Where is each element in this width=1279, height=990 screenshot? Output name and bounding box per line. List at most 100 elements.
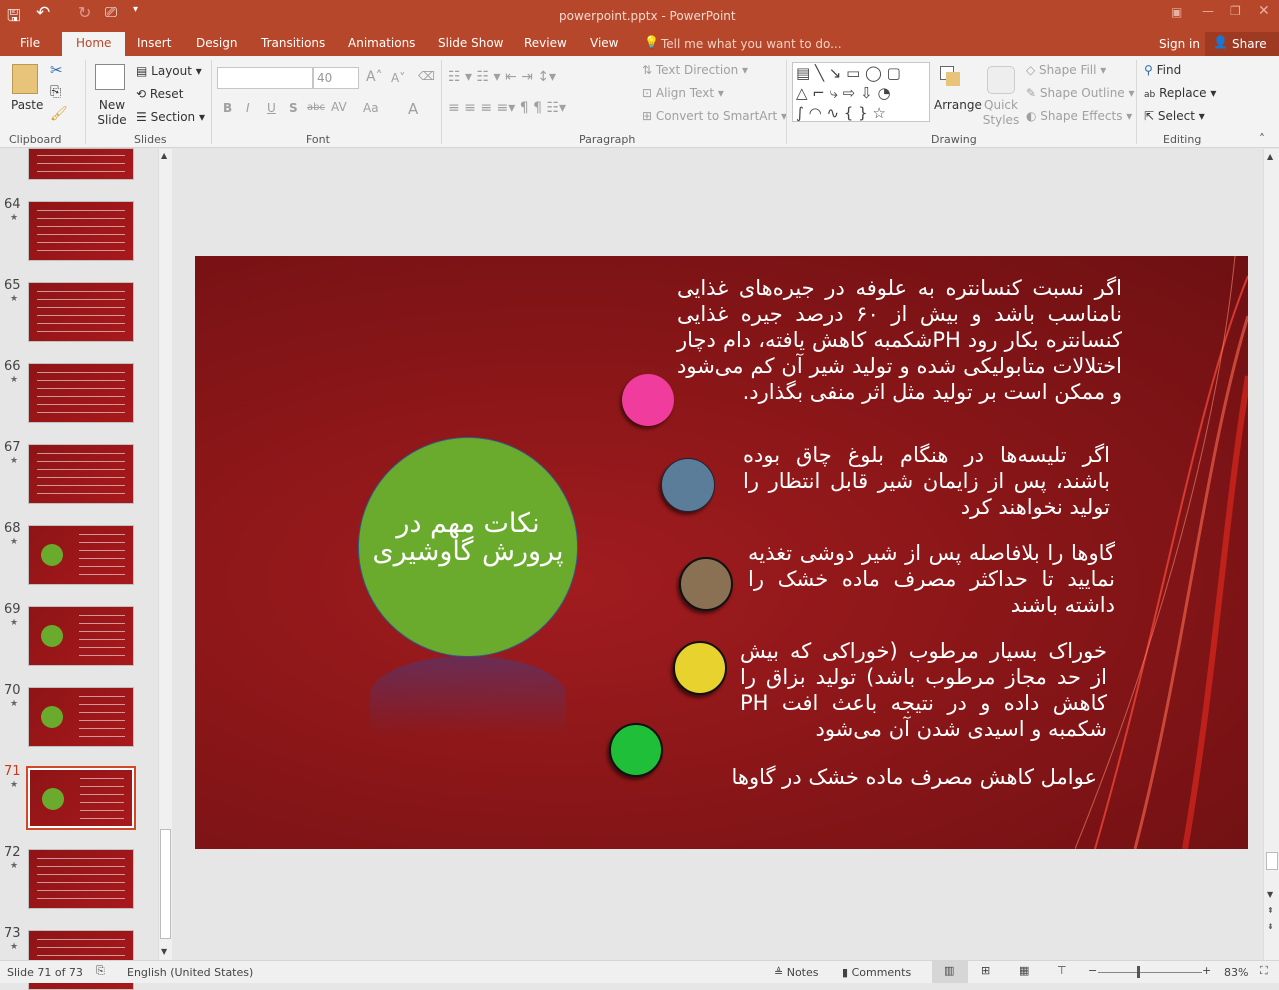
italic-button[interactable]: I: [246, 101, 250, 115]
font-name-input[interactable]: [217, 67, 313, 89]
tab-slide-show[interactable]: Slide Show: [438, 36, 503, 50]
zoom-in-icon[interactable]: +: [1202, 964, 1211, 977]
scroll-thumb[interactable]: [1266, 852, 1278, 870]
quick-styles-icon[interactable]: [987, 66, 1015, 94]
quick-styles-button[interactable]: Quick Styles: [981, 98, 1021, 128]
slide-thumbnail[interactable]: [26, 766, 136, 830]
redo-icon[interactable]: ↻: [78, 3, 91, 22]
undo-icon[interactable]: ↶: [36, 3, 50, 23]
clear-formatting-icon[interactable]: ⌫: [418, 69, 435, 83]
normal-view-button[interactable]: ▥: [932, 961, 968, 983]
slide-canvas[interactable]: نکات مهم در پرورش گاوشیری اگر نسبت کنسان…: [195, 256, 1248, 849]
collapse-ribbon-icon[interactable]: ˄: [1259, 132, 1265, 146]
notes-button[interactable]: ≜ Notes: [774, 966, 819, 979]
slideshow-icon[interactable]: ⊤: [1057, 964, 1067, 977]
strikethrough-button[interactable]: abc: [307, 102, 325, 113]
next-slide-icon[interactable]: ⇟: [1267, 922, 1274, 931]
scroll-down-icon[interactable]: ▼: [1267, 890, 1273, 899]
restore-icon[interactable]: ❐: [1230, 4, 1241, 18]
scroll-up-icon[interactable]: ▲: [1267, 152, 1273, 161]
align-text-button[interactable]: ⊡ Align Text ▾: [642, 86, 724, 100]
tab-transitions[interactable]: Transitions: [261, 36, 325, 50]
shadow-button[interactable]: S: [289, 101, 298, 115]
sign-in-link[interactable]: Sign in: [1159, 37, 1200, 51]
previous-slide-icon[interactable]: ⇞: [1267, 906, 1274, 915]
slide-thumbnail[interactable]: [28, 444, 134, 504]
main-scrollbar[interactable]: ▲ ▼ ⇞ ⇟: [1263, 149, 1279, 960]
slide-thumbnail[interactable]: [28, 363, 134, 423]
customize-toolbar-icon[interactable]: ▾: [133, 4, 138, 15]
close-icon[interactable]: ✕: [1258, 3, 1270, 19]
find-button[interactable]: ⚲ Find: [1144, 63, 1181, 77]
start-from-beginning-icon[interactable]: ⎚: [105, 3, 117, 21]
underline-button[interactable]: U: [267, 101, 276, 115]
shape-outline-button[interactable]: ✎ Shape Outline ▾: [1026, 86, 1135, 100]
section-button[interactable]: ☰ Section ▾: [136, 110, 205, 124]
zoom-slider-thumb[interactable]: [1137, 966, 1140, 978]
reading-view-icon[interactable]: ▦: [1019, 964, 1029, 977]
character-spacing-button[interactable]: AV: [331, 100, 347, 114]
tell-me-input[interactable]: Tell me what you want to do...: [661, 37, 842, 51]
slide-thumbnail[interactable]: [28, 525, 134, 585]
bullets-icon[interactable]: ☷ ▾ ☷ ▾ ⇤ ⇥ ↕▾: [448, 69, 556, 85]
tab-review[interactable]: Review: [524, 36, 567, 50]
save-icon[interactable]: 🖫: [7, 5, 21, 32]
ribbon-display-icon[interactable]: ▣: [1171, 5, 1182, 19]
spell-check-icon[interactable]: ⎘: [96, 964, 105, 978]
shape-fill-button[interactable]: ◇ Shape Fill ▾: [1026, 63, 1106, 77]
align-icons[interactable]: ≡ ≡ ≡ ≡▾ ¶ ¶ ☷▾: [448, 100, 566, 116]
slide-thumbnail-63[interactable]: [28, 148, 134, 180]
slide-sorter-icon[interactable]: ⊞: [981, 964, 990, 977]
decrease-font-icon[interactable]: A˅: [391, 71, 405, 85]
cut-icon[interactable]: ✂: [50, 61, 63, 79]
thumbnail-scrollbar[interactable]: ▲ ▼: [158, 149, 172, 960]
convert-smartart-button[interactable]: ⊞ Convert to SmartArt ▾: [642, 109, 787, 123]
reset-button[interactable]: ⟲ Reset: [136, 87, 183, 101]
slide-thumbnail[interactable]: [28, 282, 134, 342]
zoom-out-icon[interactable]: −: [1088, 964, 1097, 977]
tab-design[interactable]: Design: [196, 36, 237, 50]
tab-view[interactable]: View: [590, 36, 618, 50]
fit-to-window-icon[interactable]: ⛶: [1260, 964, 1268, 978]
copy-icon[interactable]: ⎘: [50, 84, 61, 100]
scroll-thumb[interactable]: [160, 829, 171, 939]
paste-button[interactable]: Paste: [11, 98, 43, 112]
increase-font-icon[interactable]: A˄: [366, 69, 383, 85]
zoom-slider[interactable]: [1098, 972, 1202, 973]
scroll-down-icon[interactable]: ▼: [161, 947, 167, 956]
slide-thumbnail[interactable]: [28, 687, 134, 747]
slide-thumbnail[interactable]: [28, 849, 134, 909]
layout-button[interactable]: ▤ Layout ▾: [136, 64, 202, 78]
replace-button[interactable]: ab Replace ▾: [1144, 86, 1216, 100]
tab-animations[interactable]: Animations: [348, 36, 415, 50]
shapes-gallery[interactable]: ▤ ╲ ↘ ▭ ◯ ▢ △ ⌐ ⤷ ⇨ ⇩ ◔ ∫ ◠ ∿ { } ☆: [792, 62, 930, 122]
slide-number: 64: [4, 197, 21, 212]
bold-button[interactable]: B: [223, 101, 232, 115]
slide-thumbnail[interactable]: [28, 201, 134, 261]
new-slide-icon[interactable]: [95, 64, 125, 90]
arrange-button[interactable]: Arrange: [934, 98, 982, 112]
slide-thumbnail[interactable]: [28, 606, 134, 666]
tab-file[interactable]: File: [20, 36, 40, 50]
shape-effects-button[interactable]: ◐ Shape Effects ▾: [1026, 109, 1132, 123]
share-button[interactable]: 👤 Share: [1205, 32, 1279, 56]
paste-icon[interactable]: [12, 64, 38, 94]
cursor-icon: ⇱: [1144, 109, 1155, 123]
new-slide-button[interactable]: New Slide: [94, 98, 130, 128]
font-color-button[interactable]: A: [408, 100, 418, 118]
comments-button[interactable]: ▮ Comments: [842, 966, 911, 979]
change-case-button[interactable]: Aa: [363, 101, 379, 115]
tab-insert[interactable]: Insert: [137, 36, 171, 50]
minimize-icon[interactable]: —: [1202, 4, 1214, 18]
ribbon: Paste ✂ ⎘ 🖌 Clipboard New Slide ▤ Layout…: [0, 56, 1279, 148]
format-painter-icon[interactable]: 🖌: [50, 106, 68, 122]
slide-number: 67: [4, 440, 21, 455]
select-button[interactable]: ⇱ Select ▾: [1144, 109, 1205, 123]
language-indicator[interactable]: English (United States): [127, 966, 253, 979]
zoom-level[interactable]: 83%: [1224, 966, 1248, 979]
arrange-icon[interactable]: [940, 66, 966, 92]
tab-home[interactable]: Home: [62, 32, 126, 56]
text-direction-button[interactable]: ⇅ Text Direction ▾: [642, 63, 748, 77]
scroll-up-icon[interactable]: ▲: [161, 151, 167, 160]
font-size-input[interactable]: 40: [313, 67, 359, 89]
